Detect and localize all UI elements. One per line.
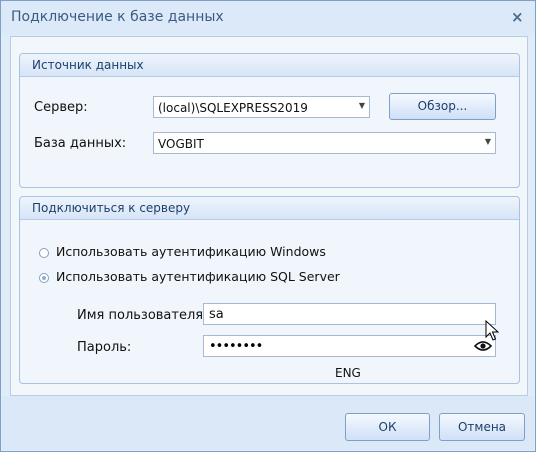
username-value: sa xyxy=(209,307,224,322)
ok-button[interactable]: ОК xyxy=(345,413,430,441)
auth-sql-radio[interactable] xyxy=(39,273,49,283)
auth-windows-radio[interactable] xyxy=(39,248,49,258)
database-label: База данных: xyxy=(34,136,127,151)
title-bar[interactable]: Подключение к базе данных × xyxy=(1,1,535,35)
dropdown-arrow-icon[interactable]: ▼ xyxy=(485,137,491,146)
database-combo[interactable]: VOGBIT ▼ xyxy=(153,132,496,154)
browse-button[interactable]: Обзор... xyxy=(389,93,496,120)
auth-windows-label[interactable]: Использовать аутентификацию Windows xyxy=(56,244,326,259)
password-label: Пароль: xyxy=(77,340,132,355)
dropdown-arrow-icon[interactable]: ▼ xyxy=(359,101,365,110)
server-value: (local)\SQLEXPRESS2019 xyxy=(158,101,308,115)
close-icon[interactable]: × xyxy=(511,8,524,26)
keyboard-layout-indicator: ENG xyxy=(335,366,361,380)
data-source-group-header: Источник данных xyxy=(20,54,519,77)
username-label: Имя пользователя: xyxy=(77,308,208,323)
dialog-footer: ОК Отмена xyxy=(2,396,534,450)
connect-group: Подключиться к серверу Использовать ауте… xyxy=(19,196,520,384)
auth-sql-label[interactable]: Использовать аутентификацию SQL Server xyxy=(56,269,340,284)
password-input[interactable]: •••••••• xyxy=(203,335,496,357)
cancel-button[interactable]: Отмена xyxy=(439,413,525,441)
username-input[interactable]: sa xyxy=(203,303,496,325)
dialog-window: Подключение к базе данных × Источник дан… xyxy=(0,0,536,452)
server-label: Сервер: xyxy=(34,100,88,115)
mouse-cursor-icon xyxy=(485,320,499,341)
password-masked: •••••••• xyxy=(209,339,263,354)
connect-group-title: Подключиться к серверу xyxy=(32,201,191,215)
server-combo[interactable]: (local)\SQLEXPRESS2019 ▼ xyxy=(153,96,370,118)
data-source-group: Источник данных Сервер: (local)\SQLEXPRE… xyxy=(19,53,520,188)
window-title: Подключение к базе данных xyxy=(11,9,224,25)
database-value: VOGBIT xyxy=(158,137,204,151)
data-source-group-title: Источник данных xyxy=(32,58,144,72)
dialog-body: Источник данных Сервер: (local)\SQLEXPRE… xyxy=(10,36,528,396)
connect-group-header: Подключиться к серверу xyxy=(20,197,519,220)
